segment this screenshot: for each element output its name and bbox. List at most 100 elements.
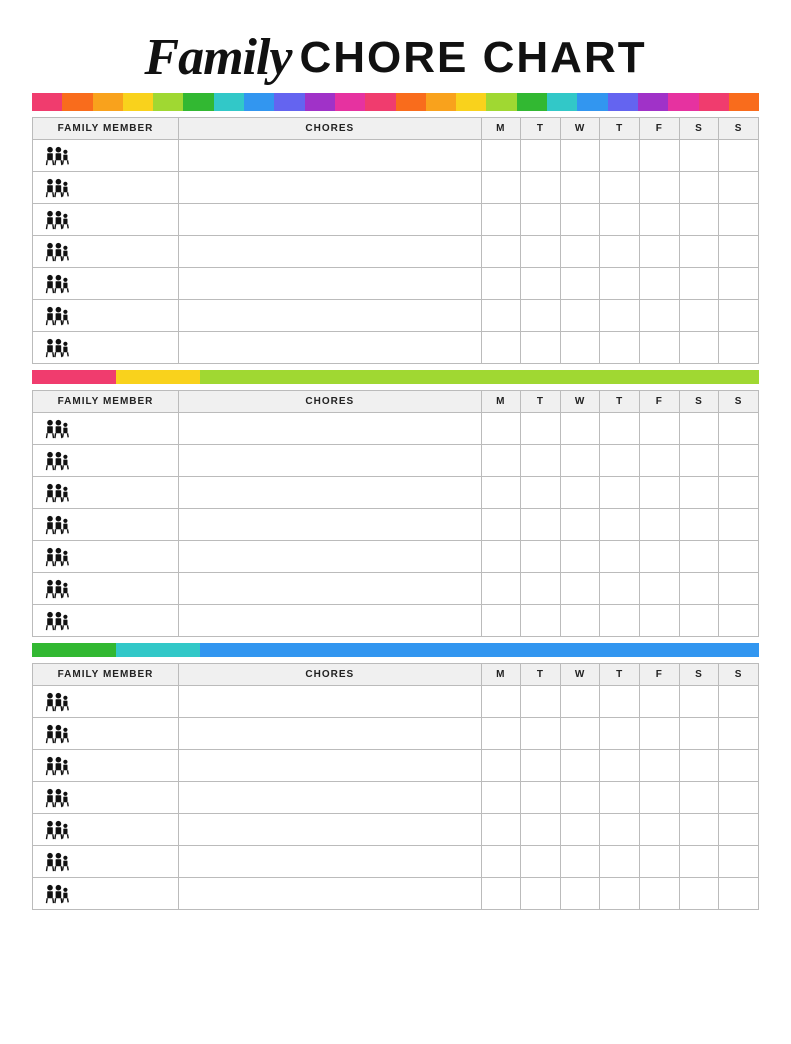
day-cell[interactable]: [640, 750, 680, 782]
day-cell[interactable]: [640, 573, 680, 605]
day-cell[interactable]: [560, 332, 600, 364]
day-cell[interactable]: [600, 300, 640, 332]
day-cell[interactable]: [640, 878, 680, 910]
day-cell[interactable]: [600, 445, 640, 477]
day-cell[interactable]: [600, 846, 640, 878]
day-cell[interactable]: [521, 573, 561, 605]
day-cell[interactable]: [521, 718, 561, 750]
day-cell[interactable]: [640, 814, 680, 846]
day-cell[interactable]: [640, 718, 680, 750]
chores-cell[interactable]: [179, 878, 482, 910]
day-cell[interactable]: [560, 140, 600, 172]
chores-cell[interactable]: [179, 541, 482, 573]
day-cell[interactable]: [521, 509, 561, 541]
day-cell[interactable]: [719, 573, 759, 605]
day-cell[interactable]: [719, 718, 759, 750]
day-cell[interactable]: [521, 140, 561, 172]
day-cell[interactable]: [640, 445, 680, 477]
chores-cell[interactable]: [179, 268, 482, 300]
day-cell[interactable]: [600, 204, 640, 236]
chores-cell[interactable]: [179, 573, 482, 605]
day-cell[interactable]: [560, 686, 600, 718]
chores-cell[interactable]: [179, 509, 482, 541]
day-cell[interactable]: [560, 236, 600, 268]
day-cell[interactable]: [481, 718, 521, 750]
day-cell[interactable]: [600, 236, 640, 268]
day-cell[interactable]: [521, 605, 561, 637]
day-cell[interactable]: [560, 814, 600, 846]
day-cell[interactable]: [481, 236, 521, 268]
day-cell[interactable]: [640, 782, 680, 814]
day-cell[interactable]: [560, 509, 600, 541]
day-cell[interactable]: [719, 204, 759, 236]
day-cell[interactable]: [521, 846, 561, 878]
day-cell[interactable]: [679, 750, 719, 782]
day-cell[interactable]: [481, 300, 521, 332]
day-cell[interactable]: [679, 509, 719, 541]
day-cell[interactable]: [481, 686, 521, 718]
chores-cell[interactable]: [179, 814, 482, 846]
day-cell[interactable]: [481, 750, 521, 782]
day-cell[interactable]: [521, 445, 561, 477]
day-cell[interactable]: [679, 140, 719, 172]
day-cell[interactable]: [481, 204, 521, 236]
day-cell[interactable]: [679, 413, 719, 445]
day-cell[interactable]: [719, 782, 759, 814]
chores-cell[interactable]: [179, 750, 482, 782]
day-cell[interactable]: [521, 782, 561, 814]
day-cell[interactable]: [560, 204, 600, 236]
day-cell[interactable]: [679, 332, 719, 364]
day-cell[interactable]: [719, 509, 759, 541]
day-cell[interactable]: [560, 477, 600, 509]
day-cell[interactable]: [640, 140, 680, 172]
day-cell[interactable]: [719, 846, 759, 878]
day-cell[interactable]: [521, 204, 561, 236]
day-cell[interactable]: [640, 509, 680, 541]
day-cell[interactable]: [521, 541, 561, 573]
day-cell[interactable]: [521, 268, 561, 300]
day-cell[interactable]: [600, 477, 640, 509]
day-cell[interactable]: [679, 573, 719, 605]
day-cell[interactable]: [481, 814, 521, 846]
day-cell[interactable]: [640, 605, 680, 637]
day-cell[interactable]: [640, 477, 680, 509]
day-cell[interactable]: [481, 541, 521, 573]
day-cell[interactable]: [600, 686, 640, 718]
day-cell[interactable]: [719, 300, 759, 332]
day-cell[interactable]: [600, 509, 640, 541]
day-cell[interactable]: [719, 541, 759, 573]
day-cell[interactable]: [719, 332, 759, 364]
day-cell[interactable]: [640, 413, 680, 445]
day-cell[interactable]: [481, 445, 521, 477]
day-cell[interactable]: [719, 878, 759, 910]
day-cell[interactable]: [640, 332, 680, 364]
day-cell[interactable]: [679, 541, 719, 573]
day-cell[interactable]: [481, 332, 521, 364]
day-cell[interactable]: [560, 718, 600, 750]
day-cell[interactable]: [560, 300, 600, 332]
day-cell[interactable]: [560, 268, 600, 300]
day-cell[interactable]: [640, 846, 680, 878]
day-cell[interactable]: [560, 605, 600, 637]
day-cell[interactable]: [600, 332, 640, 364]
day-cell[interactable]: [600, 814, 640, 846]
day-cell[interactable]: [640, 268, 680, 300]
day-cell[interactable]: [521, 332, 561, 364]
day-cell[interactable]: [679, 300, 719, 332]
day-cell[interactable]: [600, 413, 640, 445]
day-cell[interactable]: [679, 172, 719, 204]
day-cell[interactable]: [679, 477, 719, 509]
chores-cell[interactable]: [179, 445, 482, 477]
day-cell[interactable]: [481, 509, 521, 541]
chores-cell[interactable]: [179, 846, 482, 878]
day-cell[interactable]: [600, 750, 640, 782]
day-cell[interactable]: [521, 236, 561, 268]
day-cell[interactable]: [640, 172, 680, 204]
day-cell[interactable]: [560, 782, 600, 814]
day-cell[interactable]: [719, 140, 759, 172]
day-cell[interactable]: [481, 573, 521, 605]
day-cell[interactable]: [521, 477, 561, 509]
day-cell[interactable]: [719, 477, 759, 509]
day-cell[interactable]: [481, 782, 521, 814]
day-cell[interactable]: [560, 413, 600, 445]
